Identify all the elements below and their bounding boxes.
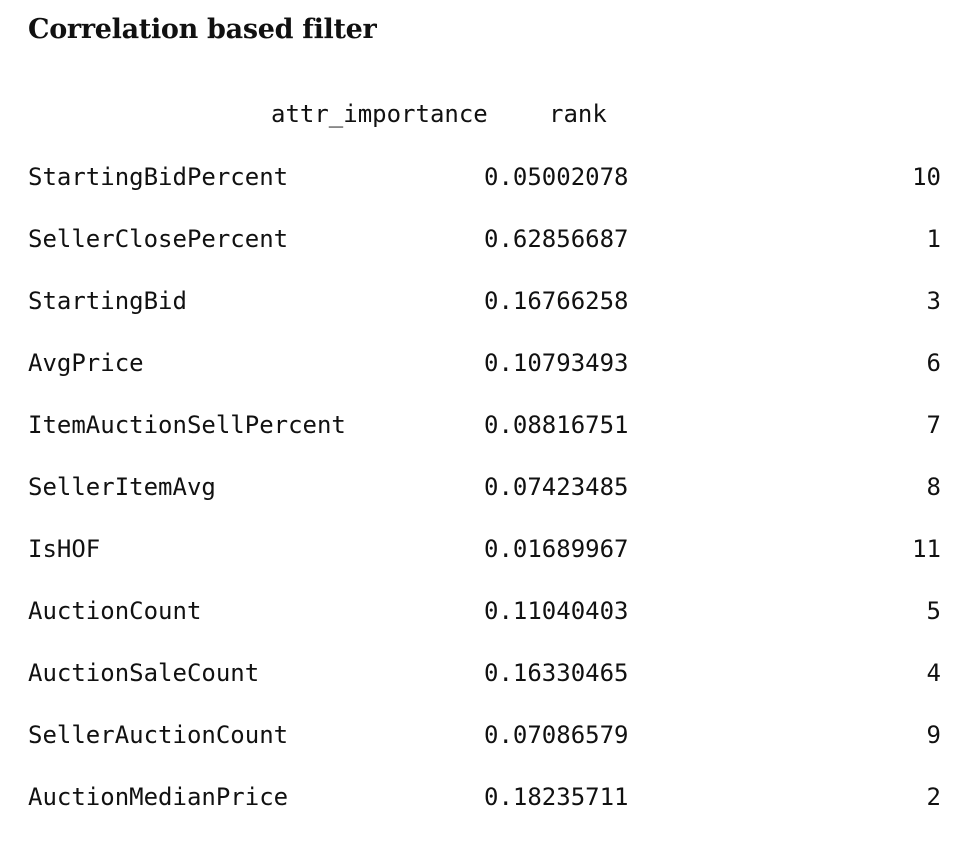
attr-importance-value: 0.07086579: [484, 721, 629, 749]
column-header-rank: rank: [549, 100, 607, 128]
table-row: StartingBid 0.16766258 3: [0, 285, 980, 347]
attribute-name: SellerAuctionCount: [28, 721, 289, 749]
rank-value: 7: [926, 411, 941, 439]
table-row: IsHOF 0.01689967 11: [0, 533, 980, 595]
attribute-name: AuctionCount: [28, 597, 202, 625]
attr-importance-value: 0.05002078: [484, 163, 629, 191]
rank-value: 9: [926, 721, 941, 749]
attribute-name: StartingBid: [28, 287, 187, 315]
table-row: SellerClosePercent 0.62856687 1: [0, 223, 980, 285]
rank-value: 10: [912, 163, 941, 191]
attribute-name: ItemAuctionSellPercent: [28, 411, 346, 439]
page-title: Correlation based filter: [28, 14, 377, 45]
attribute-name: AvgPrice: [28, 349, 144, 377]
attr-importance-value: 0.16766258: [484, 287, 629, 315]
attr-importance-value: 0.07423485: [484, 473, 629, 501]
attr-importance-value: 0.10793493: [484, 349, 629, 377]
table-row: SellerAuctionCount 0.07086579 9: [0, 719, 980, 781]
table-row: AuctionSaleCount 0.16330465 4: [0, 657, 980, 719]
rank-value: 2: [926, 783, 941, 811]
table-row: AuctionCount 0.11040403 5: [0, 595, 980, 657]
rank-value: 6: [926, 349, 941, 377]
attribute-name: SellerClosePercent: [28, 225, 289, 253]
rank-value: 11: [912, 535, 941, 563]
attr-importance-value: 0.16330465: [484, 659, 629, 687]
attr-importance-value: 0.11040403: [484, 597, 629, 625]
table-row: AuctionMedianPrice 0.18235711 2: [0, 781, 980, 843]
table-row: AvgPrice 0.10793493 6: [0, 347, 980, 409]
table-row: ItemAuctionSellPercent 0.08816751 7: [0, 409, 980, 471]
attribute-name: AuctionSaleCount: [28, 659, 260, 687]
attr-importance-value: 0.62856687: [484, 225, 629, 253]
attribute-name: IsHOF: [28, 535, 101, 563]
attr-importance-value: 0.08816751: [484, 411, 629, 439]
attr-importance-value: 0.01689967: [484, 535, 629, 563]
rank-value: 5: [926, 597, 941, 625]
attribute-name: AuctionMedianPrice: [28, 783, 289, 811]
rank-value: 1: [926, 225, 941, 253]
table-row: SellerItemAvg 0.07423485 8: [0, 471, 980, 533]
attr-importance-value: 0.18235711: [484, 783, 629, 811]
attribute-name: SellerItemAvg: [28, 473, 216, 501]
column-header-attr-importance: attr_importance: [271, 100, 488, 128]
rank-value: 4: [926, 659, 941, 687]
table-row: StartingBidPercent 0.05002078 10: [0, 161, 980, 223]
attribute-name: StartingBidPercent: [28, 163, 289, 191]
rank-value: 3: [926, 287, 941, 315]
rank-value: 8: [926, 473, 941, 501]
table-body: StartingBidPercent 0.05002078 10 SellerC…: [0, 161, 980, 843]
